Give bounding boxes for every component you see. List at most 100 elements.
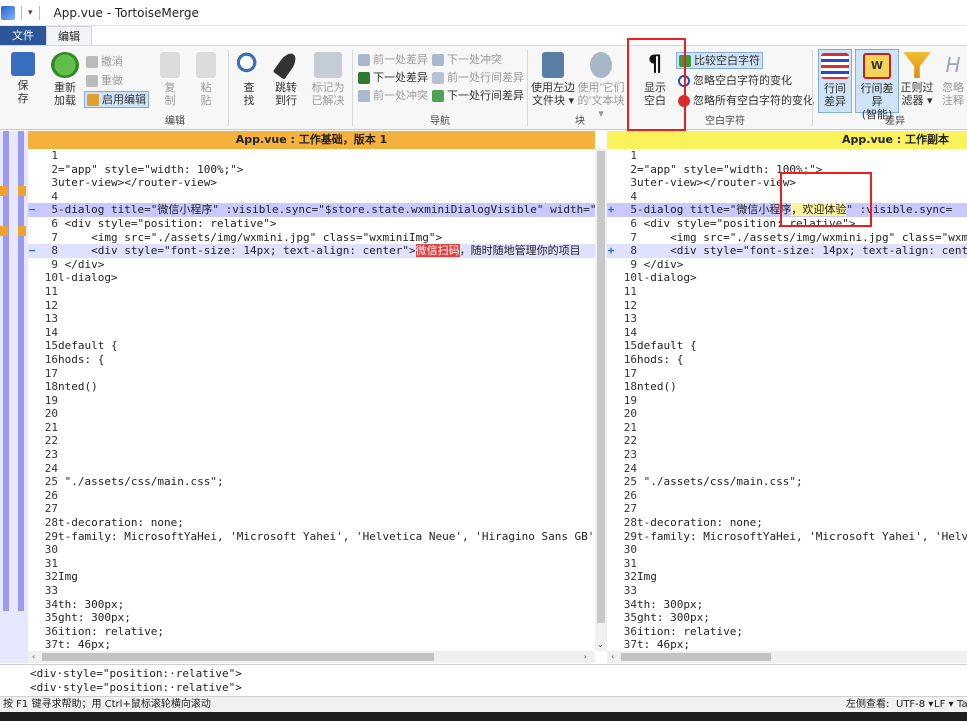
left-pane-base[interactable]: App.vue : 工作基础，版本 1 1 2="app" style="widt… bbox=[28, 131, 595, 651]
code-line[interactable]: 28t-decoration: none; bbox=[28, 516, 595, 530]
code-line[interactable]: 27 bbox=[28, 502, 595, 516]
code-line[interactable]: 25 "./assets/css/main.css"; bbox=[607, 475, 967, 489]
code-line[interactable]: 1 bbox=[28, 149, 595, 163]
code-line[interactable]: 23 bbox=[28, 448, 595, 462]
code-line[interactable]: 15default { bbox=[607, 339, 967, 353]
code-line[interactable]: 26 bbox=[28, 489, 595, 503]
left-code-area[interactable]: 1 2="app" style="width: 100%;"> 3uter-view… bbox=[28, 149, 595, 651]
code-line[interactable]: 27 bbox=[607, 502, 967, 516]
code-line[interactable]: 3uter-view></router-view> bbox=[28, 176, 595, 190]
code-line[interactable]: 7 <img src="./assets/img/wxmini.jpg" cla… bbox=[28, 231, 595, 245]
quick-access-dropdown-icon[interactable]: ▾ bbox=[28, 8, 33, 18]
left-horizontal-scrollbar[interactable]: ‹ › bbox=[28, 651, 595, 663]
code-line[interactable]: +8 <div style="font-size: 14px; text-ali… bbox=[607, 244, 967, 258]
code-line[interactable]: 17 bbox=[607, 367, 967, 381]
scroll-thumb[interactable] bbox=[597, 151, 605, 623]
code-line[interactable]: 2="app" style="width: 100%;"> bbox=[28, 163, 595, 177]
line-ending-dropdown[interactable]: LF ▾ bbox=[934, 697, 954, 713]
code-line[interactable]: 35ght: 300px; bbox=[28, 611, 595, 625]
regex-filter-button[interactable]: 正则过 滤器 ▾ bbox=[900, 52, 934, 107]
inline-diff-smart-button[interactable]: W 行间差异 (智能) bbox=[855, 49, 899, 121]
ignore-comments-button[interactable]: H 忽略 注释 bbox=[938, 52, 967, 107]
code-line[interactable]: 24 bbox=[28, 462, 595, 476]
code-line[interactable]: 4 bbox=[28, 190, 595, 204]
find-button[interactable]: 查 找 bbox=[236, 52, 262, 107]
ignore-ws-changes-button[interactable]: 忽略空白字符的变化 bbox=[678, 72, 792, 89]
code-line[interactable]: 16hods: { bbox=[28, 353, 595, 367]
code-line[interactable]: 29t-family: MicrosoftYaHei, 'Microsoft Y… bbox=[28, 530, 595, 544]
next-inline-diff-button[interactable]: 下一处行间差异 bbox=[432, 87, 524, 104]
code-line[interactable]: 22 bbox=[28, 434, 595, 448]
code-line[interactable]: 20 bbox=[28, 407, 595, 421]
scroll-left-arrow-icon[interactable]: ‹ bbox=[32, 652, 35, 661]
code-line[interactable]: 14 bbox=[28, 326, 595, 340]
prev-inline-diff-button[interactable]: 前一处行间差异 bbox=[432, 69, 524, 86]
code-line[interactable]: 26 bbox=[607, 489, 967, 503]
code-line[interactable]: 21 bbox=[607, 421, 967, 435]
code-line[interactable]: 22 bbox=[607, 434, 967, 448]
scroll-thumb[interactable] bbox=[621, 653, 771, 661]
code-line[interactable]: 11 bbox=[607, 285, 967, 299]
tab-file[interactable]: 文件 bbox=[0, 26, 46, 45]
code-line[interactable]: 21 bbox=[28, 421, 595, 435]
code-line[interactable]: 36ition: relative; bbox=[607, 625, 967, 639]
code-line[interactable]: 32Img bbox=[28, 570, 595, 584]
code-line[interactable]: 33 bbox=[607, 584, 967, 598]
code-line[interactable]: 20 bbox=[607, 407, 967, 421]
tab-edit[interactable]: 编辑 bbox=[46, 26, 92, 45]
code-line[interactable]: 29t-family: MicrosoftYaHei, 'Microsoft Y… bbox=[607, 530, 967, 544]
code-line[interactable]: 19 bbox=[28, 394, 595, 408]
mark-resolved-button[interactable]: 标记为 已解决 bbox=[310, 52, 346, 107]
code-line[interactable]: 37t: 46px; bbox=[28, 638, 595, 651]
code-line[interactable]: 37t: 46px; bbox=[607, 638, 967, 651]
code-line[interactable]: 12 bbox=[28, 299, 595, 313]
code-line[interactable]: 17 bbox=[28, 367, 595, 381]
code-line[interactable]: − 8 <div style="font-size: 14px; text-ali… bbox=[28, 244, 595, 258]
code-line[interactable]: 10l-dialog> bbox=[28, 271, 595, 285]
code-line[interactable]: 1 bbox=[607, 149, 967, 163]
code-line[interactable]: 33 bbox=[28, 584, 595, 598]
code-line[interactable]: 32Img bbox=[607, 570, 967, 584]
code-line[interactable]: 24 bbox=[607, 462, 967, 476]
code-line[interactable]: 18nted() bbox=[28, 380, 595, 394]
code-line[interactable]: 36ition: relative; bbox=[28, 625, 595, 639]
prev-conflict-button[interactable]: 前一处冲突 bbox=[358, 87, 428, 104]
location-gutter[interactable] bbox=[0, 131, 28, 663]
encoding-dropdown[interactable]: UTF-8 ▾ bbox=[896, 697, 933, 713]
compare-whitespace-button[interactable]: 比较空白字符 bbox=[676, 52, 763, 69]
code-line[interactable]: 18nted() bbox=[607, 380, 967, 394]
code-line[interactable]: 25 "./assets/css/main.css"; bbox=[28, 475, 595, 489]
use-left-block-button[interactable]: 使用左边 文件块 ▾ bbox=[530, 52, 576, 107]
scroll-down-arrow-icon[interactable]: ⌄ bbox=[597, 640, 604, 649]
app-icon[interactable] bbox=[1, 5, 15, 20]
save-button[interactable]: 保 存 bbox=[8, 52, 38, 105]
redo-button[interactable]: 重做 bbox=[86, 72, 123, 89]
code-line[interactable]: 31 bbox=[607, 557, 967, 571]
scroll-left-arrow-icon[interactable]: ‹ bbox=[611, 652, 614, 661]
reload-button[interactable]: 重新 加载 bbox=[48, 52, 82, 107]
code-line[interactable]: − 5-dialog title="微信小程序" :visible.sync="$… bbox=[28, 203, 595, 217]
next-conflict-button[interactable]: 下一处冲突 bbox=[432, 51, 502, 68]
code-line[interactable]: 9 </div> bbox=[28, 258, 595, 272]
code-line[interactable]: 6 <div style="position: relative"> bbox=[28, 217, 595, 231]
code-line[interactable]: 13 bbox=[28, 312, 595, 326]
code-line[interactable]: 14 bbox=[607, 326, 967, 340]
code-line[interactable]: 35ght: 300px; bbox=[607, 611, 967, 625]
code-line[interactable]: 28t-decoration: none; bbox=[607, 516, 967, 530]
code-line[interactable]: 34th: 300px; bbox=[607, 598, 967, 612]
next-diff-button[interactable]: 下一处差异 bbox=[358, 69, 428, 86]
code-line[interactable]: 34th: 300px; bbox=[28, 598, 595, 612]
code-line[interactable]: 30 bbox=[607, 543, 967, 557]
code-line[interactable]: 10l-dialog> bbox=[607, 271, 967, 285]
code-line[interactable]: 31 bbox=[28, 557, 595, 571]
enable-edit-button[interactable]: 启用编辑 bbox=[84, 91, 149, 108]
ignore-all-ws-button[interactable]: 忽略所有空白字符的变化 bbox=[678, 92, 814, 109]
code-line[interactable]: 23 bbox=[607, 448, 967, 462]
right-horizontal-scrollbar[interactable]: ‹ bbox=[607, 651, 967, 663]
code-line[interactable]: 7 <img src="./assets/img/wxmini.jpg" cla… bbox=[607, 231, 967, 245]
scroll-right-arrow-icon[interactable]: › bbox=[584, 652, 587, 661]
code-line[interactable]: 16hods: { bbox=[607, 353, 967, 367]
code-line[interactable]: 30 bbox=[28, 543, 595, 557]
code-line[interactable]: 9 </div> bbox=[607, 258, 967, 272]
paste-button[interactable]: 粘 贴 bbox=[194, 52, 218, 107]
